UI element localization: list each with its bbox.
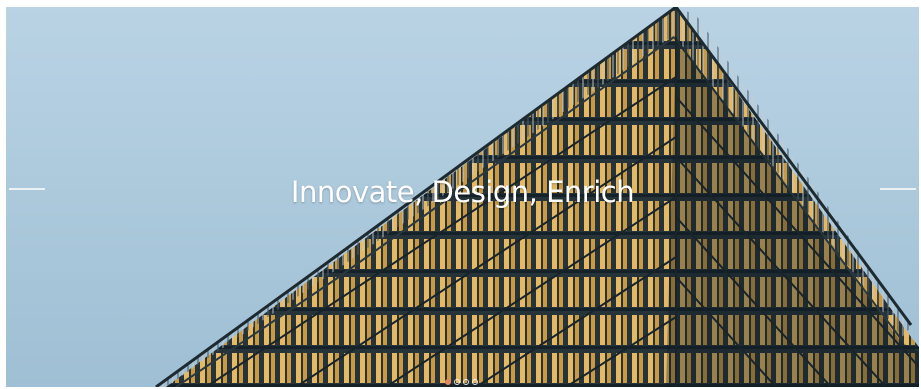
slide-dot-2[interactable] bbox=[454, 379, 460, 385]
slide-dot-1[interactable] bbox=[445, 379, 451, 385]
slider-pagination bbox=[445, 379, 478, 385]
hero-headline: Innovate, Design, Enrich bbox=[290, 175, 635, 209]
arrow-left-icon[interactable] bbox=[9, 188, 45, 190]
arrow-right-icon[interactable] bbox=[880, 188, 916, 190]
slide-dot-3[interactable] bbox=[463, 379, 469, 385]
slide-dot-4[interactable] bbox=[472, 379, 478, 385]
hero-slider: Innovate, Design, Enrich bbox=[6, 7, 919, 387]
